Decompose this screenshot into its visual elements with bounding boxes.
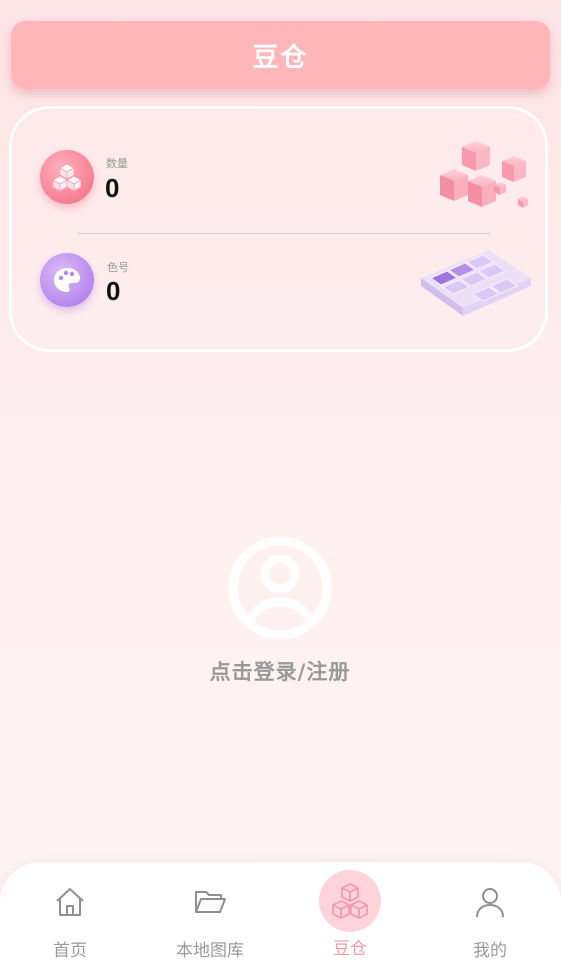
folder-icon[interactable] bbox=[190, 882, 230, 922]
page-title: 豆仓 bbox=[252, 42, 309, 73]
tab-home-label: 首页 bbox=[53, 941, 87, 961]
tab-mine-label: 我的 bbox=[473, 941, 507, 961]
palette-icon bbox=[40, 253, 94, 307]
tab-bean-storage[interactable]: 豆仓 bbox=[280, 862, 420, 967]
tab-bean-storage-label: 豆仓 bbox=[333, 939, 367, 959]
color-label: 色号 bbox=[107, 261, 129, 274]
tab-local-gallery-label: 本地图库 bbox=[176, 941, 244, 961]
user-avatar-icon[interactable] bbox=[228, 536, 332, 640]
count-label: 数量 bbox=[106, 157, 128, 170]
palette-tray-illustration bbox=[421, 250, 531, 316]
login-prompt[interactable]: 点击登录/注册 bbox=[180, 536, 380, 686]
login-link[interactable]: 点击登录/注册 bbox=[210, 656, 351, 686]
home-icon[interactable] bbox=[50, 882, 90, 922]
count-value: 0 bbox=[105, 173, 120, 203]
cubes-icon[interactable] bbox=[319, 870, 381, 932]
cubes-illustration bbox=[440, 141, 528, 208]
tab-mine[interactable]: 我的 bbox=[420, 862, 560, 967]
user-icon[interactable] bbox=[470, 882, 510, 922]
bottom-tab-bar: 首页 本地图库 豆仓 我的 bbox=[0, 862, 561, 967]
tab-local-gallery[interactable]: 本地图库 bbox=[140, 862, 280, 967]
stats-card: 数量 0 色号 0 bbox=[9, 106, 548, 352]
app-header: 豆仓 bbox=[11, 21, 550, 89]
stats-divider bbox=[78, 233, 490, 234]
cubes-icon bbox=[40, 150, 94, 204]
tab-home[interactable]: 首页 bbox=[0, 862, 140, 967]
color-value: 0 bbox=[106, 276, 121, 306]
